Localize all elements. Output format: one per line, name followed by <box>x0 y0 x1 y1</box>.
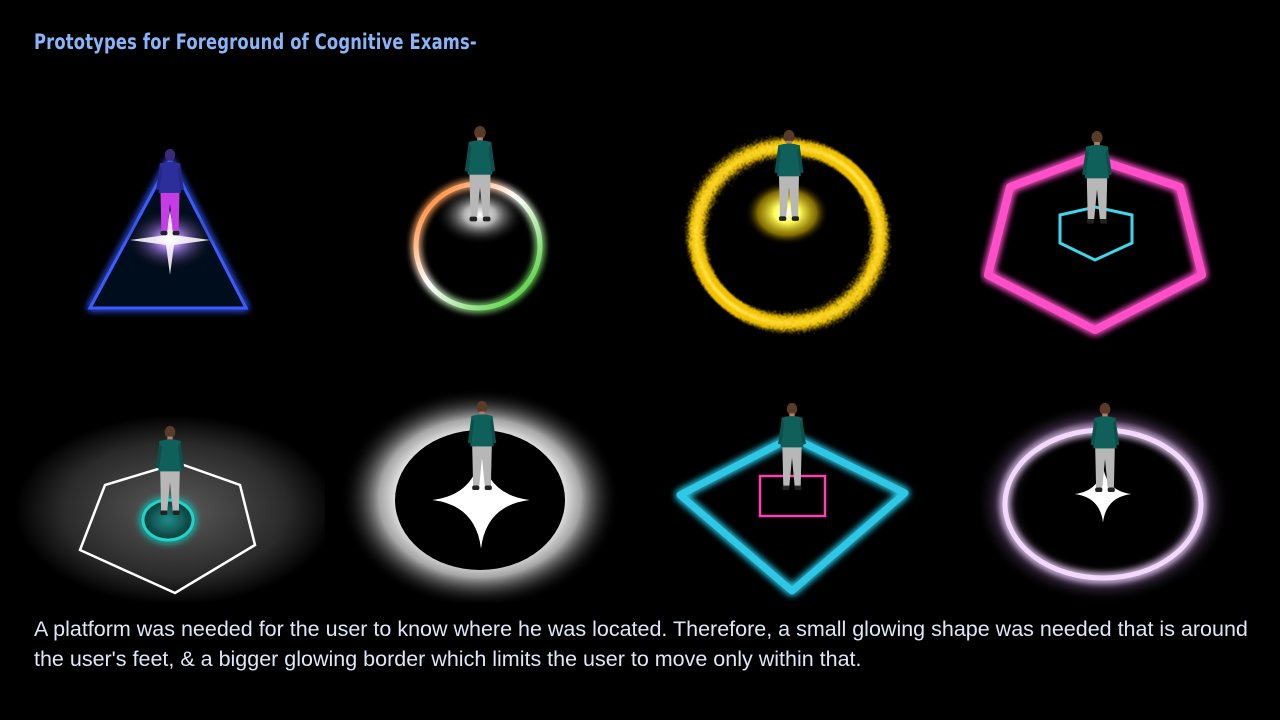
prototype-triangle-platform <box>60 115 280 335</box>
prototype-lilac-circle-star-platform <box>975 380 1235 602</box>
prototype-dark-disc-star-platform <box>340 380 630 602</box>
teal-circle <box>141 498 195 542</box>
square-marker <box>758 474 827 518</box>
prototype-circle-gradient-platform <box>370 115 590 335</box>
prototype-hexagon-pink-platform <box>980 115 1220 345</box>
slide-caption: A platform was needed for the user to kn… <box>34 617 1248 671</box>
slide-title: Prototypes for Foreground of Cognitive E… <box>34 30 477 54</box>
inner-hexagon <box>1058 205 1134 262</box>
prototype-fiery-ring-platform <box>675 115 905 345</box>
prototype-white-hexagon-platform <box>15 380 325 602</box>
prototype-diamond-platform <box>670 395 920 605</box>
